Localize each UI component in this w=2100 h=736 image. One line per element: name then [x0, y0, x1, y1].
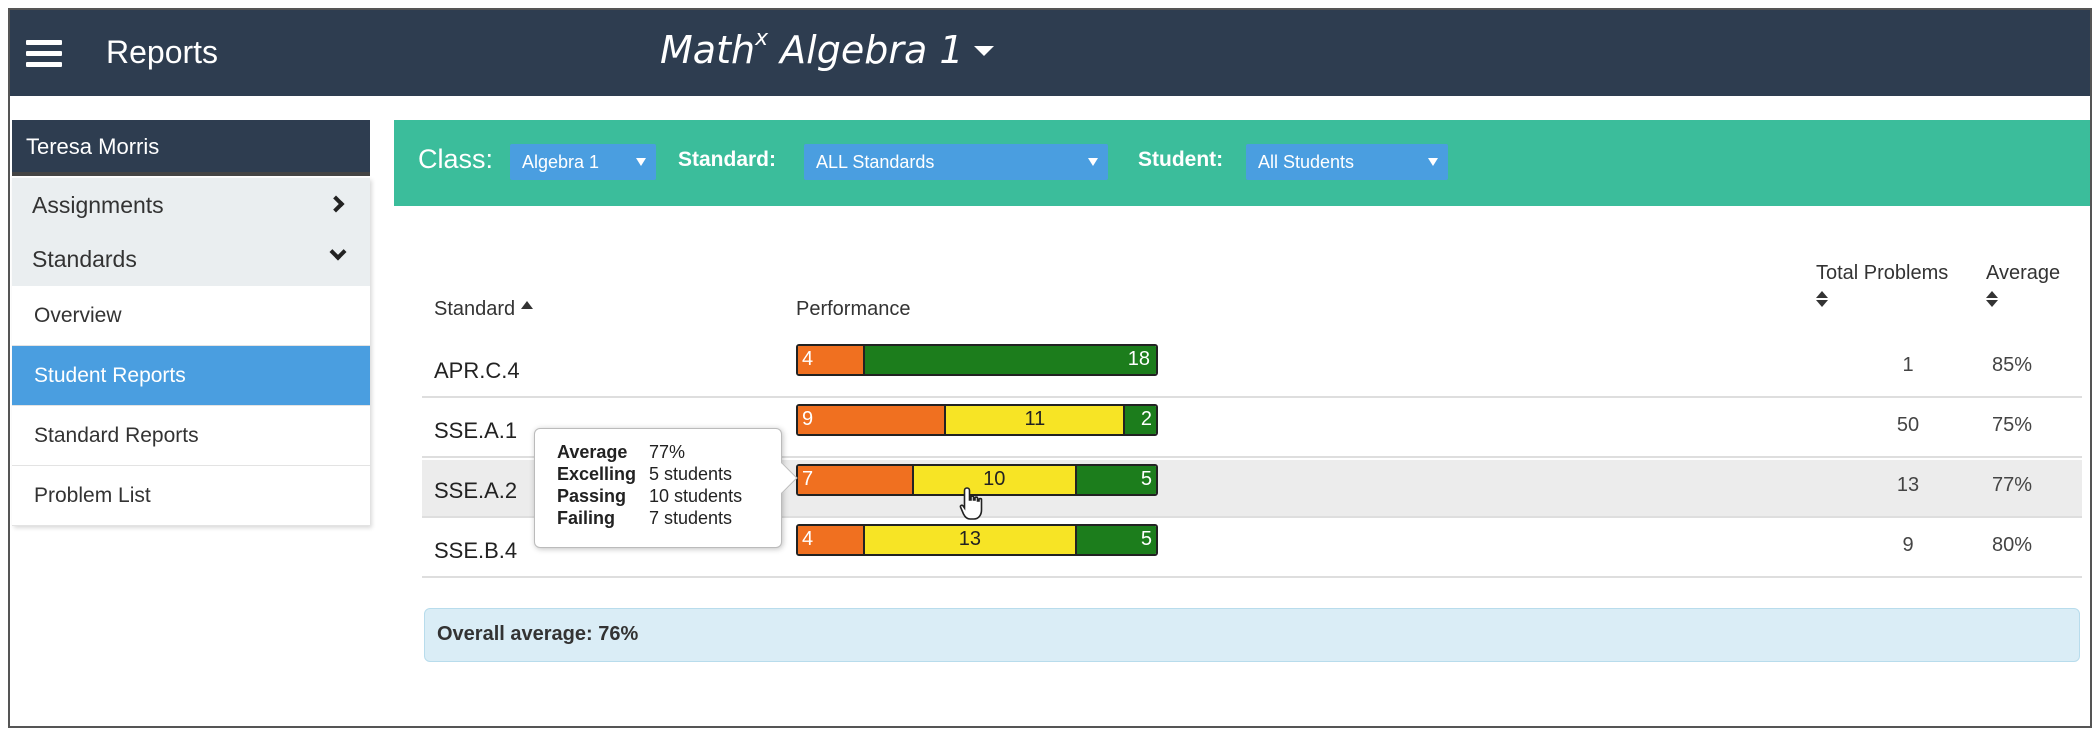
performance-bar[interactable]: 4 18 — [796, 344, 1158, 376]
overall-average: Overall average: 76% — [424, 608, 2080, 662]
standard-cell: SSE.B.4 — [434, 538, 518, 563]
sidebar-nav: Assignments Standards Overview Student R… — [12, 178, 370, 526]
sidebar-group-label: Assignments — [32, 192, 164, 218]
table-row: APR.C.4 4 18 1 85% — [422, 340, 2082, 398]
total-problems-cell: 1 — [1902, 354, 1914, 376]
performance-bar[interactable]: 4 13 5 — [796, 524, 1158, 556]
standard-cell: SSE.A.2 — [434, 478, 518, 503]
failing-segment: 7 — [798, 466, 912, 494]
tooltip-label: Failing — [557, 508, 615, 528]
caret-down-icon — [973, 45, 994, 56]
tooltip-value: 7 students — [649, 508, 733, 528]
standard-header-label: Standard — [434, 298, 516, 320]
total-problems-cell: 9 — [1902, 534, 1914, 556]
passing-segment: 13 — [863, 526, 1075, 554]
hamburger-icon[interactable] — [26, 40, 62, 68]
excelling-count: 18 — [1127, 348, 1150, 370]
dropdown-arrow-icon — [1428, 158, 1438, 166]
passing-segment: 10 — [911, 466, 1075, 494]
failing-segment: 4 — [798, 526, 864, 554]
sidebar-item-problem-list[interactable]: Problem List — [12, 466, 370, 526]
excelling-segment: 2 — [1123, 406, 1156, 434]
failing-count: 9 — [802, 408, 814, 430]
user-name: Teresa Morris — [12, 120, 370, 176]
standard-column-header[interactable]: Standard — [434, 298, 534, 321]
dropdown-arrow-icon — [1088, 158, 1098, 166]
excelling-segment: 5 — [1074, 466, 1156, 494]
excelling-count: 5 — [1140, 528, 1152, 550]
tooltip-value: 10 students — [649, 486, 743, 506]
passing-count: 10 — [983, 468, 1006, 490]
sort-icon[interactable] — [1986, 291, 1998, 307]
tooltip-label: Passing — [557, 486, 627, 506]
tooltip-label: Average — [557, 442, 628, 462]
total-header-label: Total Problems — [1816, 262, 1949, 284]
class-label: Class: — [418, 144, 494, 174]
tooltip-failing: Failing 7 students — [557, 507, 759, 529]
passing-count: 11 — [1024, 408, 1046, 430]
course-name: Math — [660, 28, 756, 72]
standard-select[interactable]: ALL Standards — [804, 144, 1108, 180]
sidebar-item-student-reports[interactable]: Student Reports — [12, 346, 370, 406]
course-selector[interactable]: Mathx Algebra 1 — [660, 26, 994, 72]
hand-pointer-icon — [959, 487, 983, 520]
tooltip-passing: Passing 10 students — [557, 485, 759, 507]
average-cell: 75% — [1991, 414, 2033, 436]
average-cell: 85% — [1991, 354, 2033, 376]
student-label: Student: — [1138, 148, 1224, 171]
failing-count: 4 — [802, 348, 814, 370]
course-superscript: x — [755, 26, 769, 52]
tooltip-excelling: Excelling 5 students — [557, 463, 759, 485]
excelling-count: 2 — [1140, 408, 1152, 430]
tooltip-value: 77% — [649, 442, 686, 462]
standard-cell: SSE.A.1 — [434, 418, 518, 443]
excelling-count: 5 — [1140, 468, 1152, 490]
standard-cell: APR.C.4 — [434, 358, 520, 383]
performance-bar[interactable]: 9 11 2 — [796, 404, 1158, 436]
performance-tooltip: Average 77% Excelling 5 students Passing 10… — [534, 428, 798, 548]
standard-select-value: ALL Standards — [816, 152, 935, 172]
performance-column-header: Performance — [796, 298, 911, 320]
class-select-value: Algebra 1 — [522, 152, 600, 172]
passing-segment: 11 — [944, 406, 1124, 434]
average-header-label: Average — [1986, 262, 2061, 284]
chevron-right-icon — [327, 195, 345, 213]
student-select[interactable]: All Students — [1246, 144, 1448, 180]
average-cell: 77% — [1991, 474, 2033, 496]
app-title: Reports — [106, 34, 219, 70]
sort-icon[interactable] — [1816, 291, 1828, 307]
failing-segment: 4 — [798, 346, 864, 374]
excelling-segment: 18 — [863, 346, 1156, 374]
filter-bar: Class: Algebra 1 Standard: ALL Standards… — [394, 120, 2090, 206]
average-cell: 80% — [1991, 534, 2033, 556]
student-select-value: All Students — [1258, 152, 1355, 172]
average-column-header[interactable]: Average — [1986, 262, 2060, 307]
tooltip-average: Average 77% — [557, 441, 759, 463]
total-problems-cell: 13 — [1896, 474, 1920, 496]
total-problems-cell: 50 — [1896, 414, 1920, 436]
sort-ascending-icon[interactable] — [521, 301, 534, 309]
app-window: Reports Mathx Algebra 1 Teresa Morris As… — [8, 8, 2092, 728]
passing-count: 13 — [958, 528, 982, 550]
sidebar-item-standard-reports[interactable]: Standard Reports — [12, 406, 370, 466]
class-select[interactable]: Algebra 1 — [510, 144, 656, 180]
failing-count: 4 — [802, 528, 814, 550]
total-problems-column-header[interactable]: Total Problems — [1816, 262, 1948, 307]
standard-label: Standard: — [678, 148, 777, 171]
chevron-down-icon — [329, 243, 347, 261]
failing-count: 7 — [802, 468, 814, 490]
failing-segment: 9 — [798, 406, 945, 434]
sidebar-group-standards[interactable]: Standards — [12, 232, 370, 286]
top-bar: Reports Mathx Algebra 1 — [10, 10, 2090, 96]
tooltip-value: 5 students — [649, 464, 733, 484]
tooltip-label: Excelling — [557, 464, 637, 484]
course-suffix: Algebra 1 — [768, 28, 964, 72]
excelling-segment: 5 — [1074, 526, 1156, 554]
dropdown-arrow-icon — [636, 158, 646, 166]
sidebar-item-overview[interactable]: Overview — [12, 286, 370, 346]
sidebar-group-label: Standards — [32, 246, 137, 272]
sidebar-group-assignments[interactable]: Assignments — [12, 178, 370, 232]
